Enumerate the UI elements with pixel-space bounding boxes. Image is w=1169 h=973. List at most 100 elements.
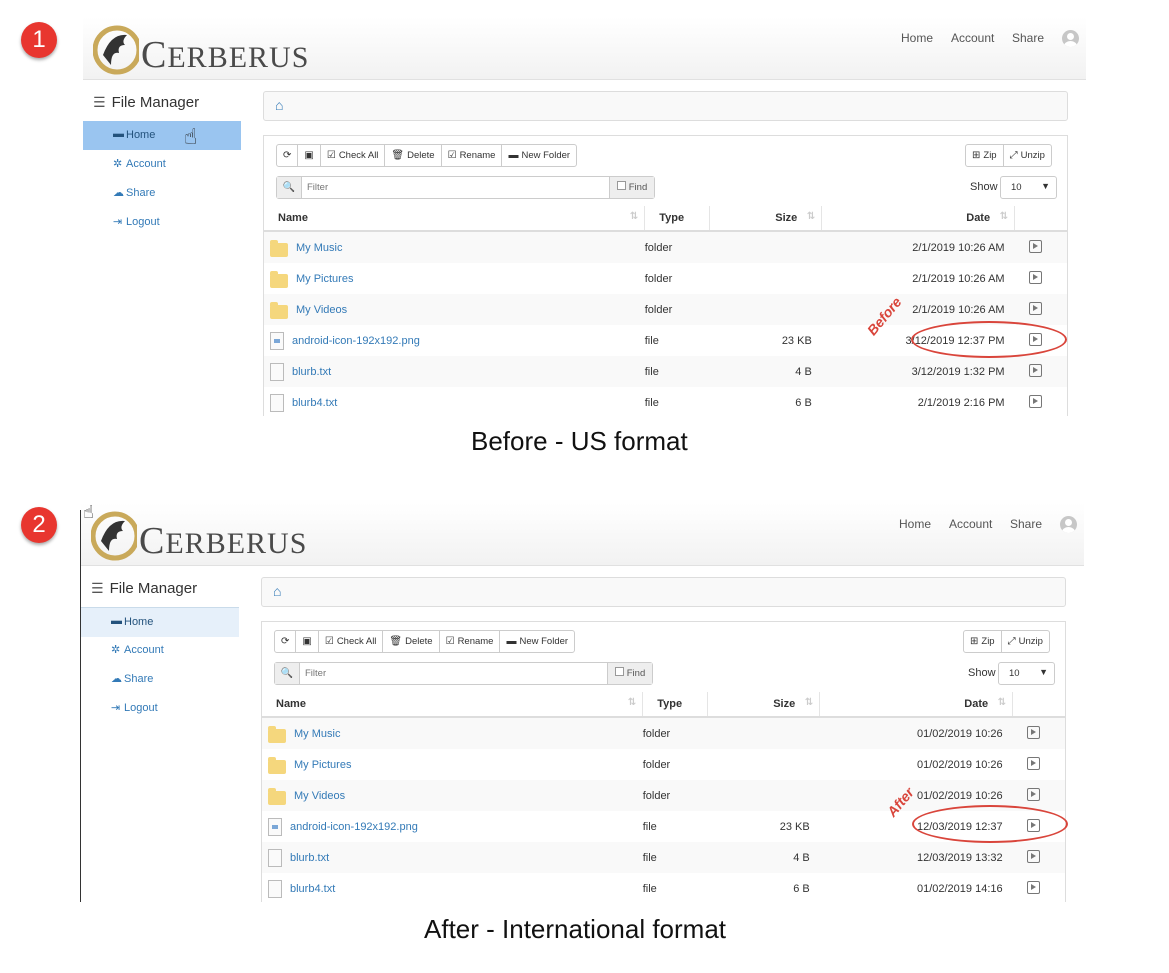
file-name-link[interactable]: blurb.txt	[292, 366, 331, 378]
refresh-button[interactable]: ⟳	[276, 144, 299, 167]
play-icon[interactable]	[1028, 301, 1042, 315]
find-checkbox[interactable]: Find	[607, 663, 652, 684]
thumbnail-button[interactable]: ▣	[295, 630, 319, 653]
column-date[interactable]: Date ⇅	[821, 206, 1016, 232]
table-row[interactable]: blurb4.txt file 6 B 01/02/2019 14:16	[262, 873, 1065, 904]
cerberus-logo-icon	[91, 511, 137, 561]
sidebar-item-share[interactable]: ☁ Share	[83, 179, 241, 208]
file-manager-title: ☰ File Manager	[93, 94, 200, 111]
sidebar-item-logout[interactable]: ⇥ Logout	[83, 208, 241, 237]
table-row[interactable]: My Pictures folder 2/1/2019 10:26 AM	[264, 263, 1067, 294]
file-name-link[interactable]: My Videos	[296, 304, 347, 316]
file-date: 2/1/2019 10:26 AM	[821, 231, 1015, 263]
page-size-select[interactable]: 10 ▼	[998, 662, 1055, 685]
column-size[interactable]: Size ⇅	[707, 692, 821, 718]
file-toolbar: ⟳ ▣ ☑ Check All 🗑 Delete ☑ Rename ▬ New Fold…	[274, 630, 576, 653]
play-icon[interactable]	[1028, 363, 1042, 377]
zip-button[interactable]: ⊞ Zip	[965, 144, 1004, 167]
file-size	[709, 263, 822, 294]
play-icon[interactable]	[1026, 880, 1040, 894]
sidebar-item-home[interactable]: ▬ Home	[81, 607, 239, 637]
play-icon[interactable]	[1026, 787, 1040, 801]
column-date[interactable]: Date ⇅	[819, 692, 1014, 718]
new-folder-button[interactable]: ▬ New Folder	[501, 144, 578, 167]
file-name-link[interactable]: blurb.txt	[290, 852, 329, 864]
refresh-button[interactable]: ⟳	[274, 630, 297, 653]
nav-share[interactable]: Share	[1010, 517, 1042, 531]
delete-button[interactable]: 🗑 Delete	[384, 144, 442, 167]
table-row[interactable]: My Videos folder 01/02/2019 10:26	[262, 780, 1065, 811]
zip-button[interactable]: ⊞ Zip	[963, 630, 1002, 653]
filter-input[interactable]	[305, 179, 609, 196]
folder-icon	[268, 787, 286, 805]
play-icon[interactable]	[1026, 756, 1040, 770]
highlight-oval	[912, 805, 1068, 843]
check-all-button[interactable]: ☑ Check All	[317, 630, 384, 653]
delete-button[interactable]: 🗑 Delete	[382, 630, 440, 653]
refresh-icon: ⟳	[281, 636, 290, 647]
thumbnail-button[interactable]: ▣	[297, 144, 321, 167]
file-type: file	[642, 842, 708, 873]
rename-button[interactable]: ☑ Rename	[438, 630, 501, 653]
table-row[interactable]: My Pictures folder 01/02/2019 10:26	[262, 749, 1065, 780]
home-icon[interactable]: ⌂	[275, 97, 283, 113]
sidebar-item-home[interactable]: ▬ Home	[83, 121, 241, 150]
file-name-link[interactable]: My Videos	[294, 790, 345, 802]
nav-share[interactable]: Share	[1012, 31, 1044, 45]
home-icon[interactable]: ⌂	[273, 583, 281, 599]
sidebar-item-account[interactable]: ✲ Account	[81, 636, 239, 665]
table-row[interactable]: blurb4.txt file 6 B 2/1/2019 2:16 PM	[264, 387, 1067, 418]
unzip-button[interactable]: ⤢ Unzip	[1002, 144, 1052, 167]
sidebar-item-account[interactable]: ✲ Account	[83, 150, 241, 179]
play-icon[interactable]	[1026, 725, 1040, 739]
brand-name: CERBERUS	[139, 520, 308, 562]
user-avatar-icon[interactable]	[1062, 30, 1079, 47]
play-icon[interactable]	[1026, 849, 1040, 863]
column-name[interactable]: Name ⇅	[264, 206, 646, 232]
file-date: 12/03/2019 13:32	[819, 842, 1013, 873]
file-icon	[270, 362, 284, 381]
file-name-link[interactable]: My Pictures	[296, 273, 353, 285]
file-name-link[interactable]: android-icon-192x192.png	[292, 335, 420, 347]
play-icon[interactable]	[1028, 239, 1042, 253]
unzip-button[interactable]: ⤢ Unzip	[1000, 630, 1050, 653]
rename-button[interactable]: ☑ Rename	[440, 144, 503, 167]
sidebar-item-share[interactable]: ☁ Share	[81, 665, 239, 694]
column-type[interactable]: Type	[644, 206, 710, 232]
find-checkbox[interactable]: Find	[609, 177, 654, 198]
file-name-link[interactable]: My Music	[294, 728, 340, 740]
nav-account[interactable]: Account	[949, 517, 992, 531]
new-folder-button[interactable]: ▬ New Folder	[499, 630, 576, 653]
play-icon[interactable]	[1028, 270, 1042, 284]
table-row[interactable]: blurb.txt file 4 B 3/12/2019 1:32 PM	[264, 356, 1067, 387]
file-name-link[interactable]: blurb4.txt	[290, 883, 335, 895]
page-size-select[interactable]: 10 ▼	[1000, 176, 1057, 199]
check-all-button[interactable]: ☑ Check All	[319, 144, 386, 167]
top-navbar: CERBERUS Home Account Share	[83, 17, 1086, 80]
nav-account[interactable]: Account	[951, 31, 994, 45]
filter-input[interactable]	[303, 665, 607, 682]
folder-icon	[270, 239, 288, 257]
column-name[interactable]: Name ⇅	[262, 692, 644, 718]
user-avatar-icon[interactable]	[1060, 516, 1077, 533]
file-name-link[interactable]: blurb4.txt	[292, 397, 337, 409]
file-name-link[interactable]: My Pictures	[294, 759, 351, 771]
gear-icon: ✲	[113, 158, 123, 170]
cerberus-logo-icon	[93, 25, 139, 75]
table-row[interactable]: My Videos folder 2/1/2019 10:26 AM	[264, 294, 1067, 325]
sidebar-item-logout[interactable]: ⇥ Logout	[81, 694, 239, 723]
filter-search: 🔍 Find	[276, 176, 655, 199]
file-name-link[interactable]: android-icon-192x192.png	[290, 821, 418, 833]
column-type[interactable]: Type	[642, 692, 708, 718]
file-name-link[interactable]: My Music	[296, 242, 342, 254]
nav-home[interactable]: Home	[899, 517, 931, 531]
table-row[interactable]: My Music folder 2/1/2019 10:26 AM	[264, 231, 1067, 263]
table-row[interactable]: My Music folder 01/02/2019 10:26	[262, 717, 1065, 749]
file-type: folder	[642, 780, 708, 811]
nav-home[interactable]: Home	[901, 31, 933, 45]
play-icon[interactable]	[1028, 394, 1042, 408]
expand-icon: ⤢	[1009, 150, 1018, 161]
table-row[interactable]: blurb.txt file 4 B 12/03/2019 13:32	[262, 842, 1065, 873]
column-size[interactable]: Size ⇅	[709, 206, 823, 232]
file-icon	[268, 879, 282, 898]
